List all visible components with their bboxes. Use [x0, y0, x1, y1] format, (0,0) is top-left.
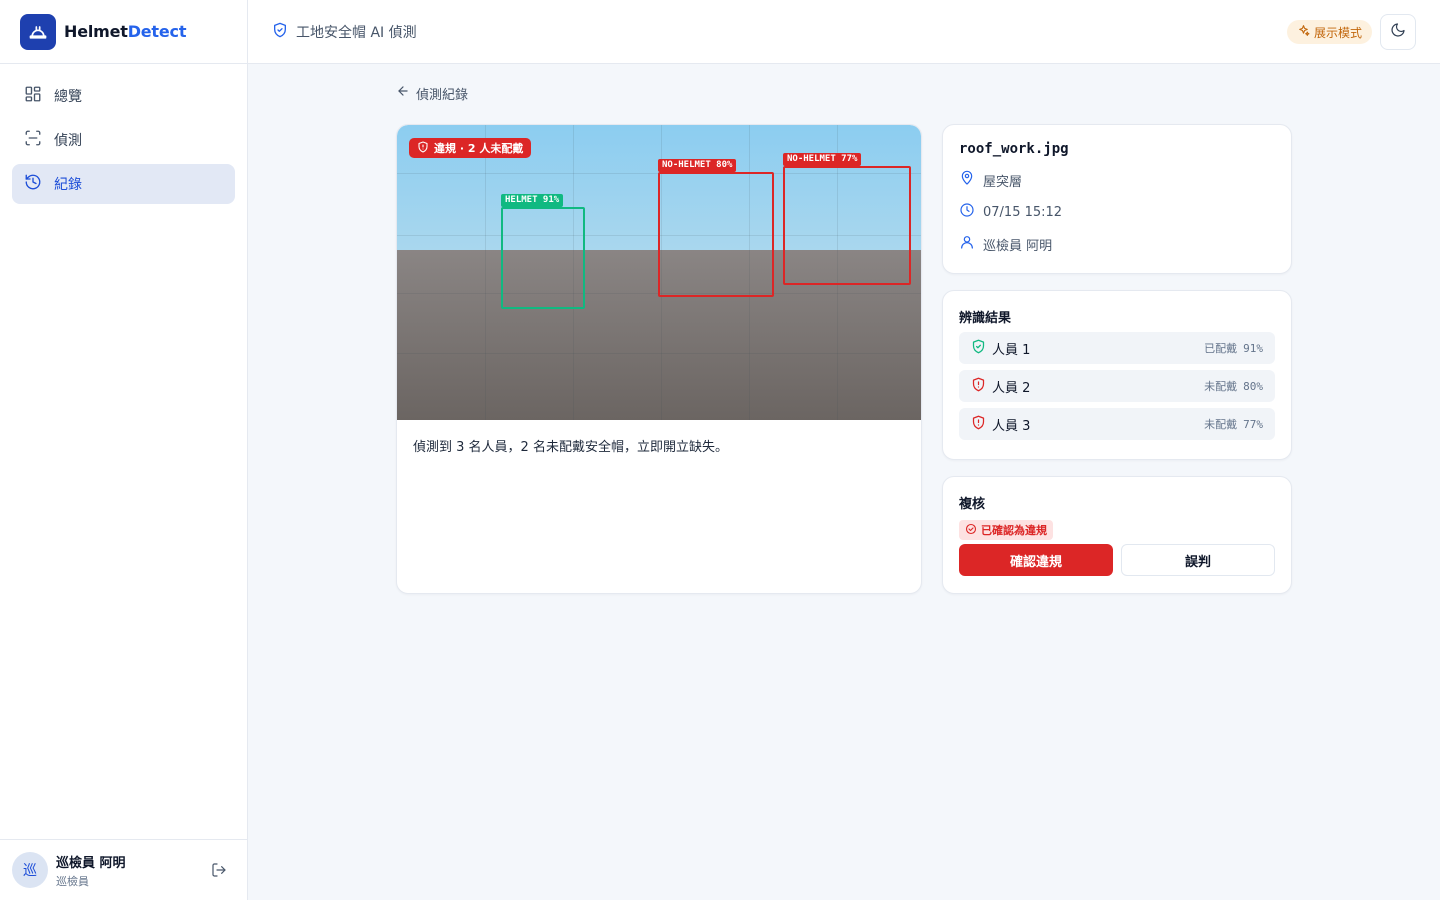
file-info-card: roof_work.jpg 屋突層 07/15 15:12 巡檢員 阿明: [942, 124, 1292, 274]
inspector-row: 巡檢員 阿明: [959, 234, 1275, 254]
shield-check-icon: [971, 339, 986, 358]
time-text: 07/15 15:12: [983, 204, 1063, 220]
result-title: 辨識結果: [959, 311, 1012, 326]
moon-icon: [1390, 22, 1406, 42]
sidebar-item-label: 紀錄: [54, 177, 82, 193]
sidebar-nav: 總覽 偵測 紀錄: [0, 64, 247, 220]
clock-icon: [959, 202, 983, 222]
recognition-result-card: 辨識結果 人員 1 已配戴 91% 人員 2 未配戴 80% 人員 3 未配戴 77%: [942, 290, 1292, 460]
sidebar-item-detect[interactable]: 偵測: [12, 120, 235, 160]
arrow-left-icon: [396, 84, 416, 102]
status-badge: 已確認為違規: [959, 520, 1053, 540]
brand-name: HelmetDetect: [64, 22, 186, 41]
back-link-label: 偵測紀錄: [416, 87, 469, 103]
list-item[interactable]: 人員 2 未配戴 80%: [959, 370, 1275, 402]
list-item[interactable]: 人員 3 未配戴 77%: [959, 408, 1275, 440]
sidebar-item-label: 偵測: [54, 133, 82, 149]
bounding-box-label: NO-HELMET 77%: [783, 153, 862, 166]
history-icon: [24, 173, 54, 195]
brand-name-part1: Helmet: [64, 22, 128, 41]
person-name: 人員 3: [992, 418, 1031, 434]
top-bar: 工地安全帽 AI 偵測 展示模式: [248, 0, 1440, 64]
review-actions: 確認違規 誤判: [959, 544, 1275, 576]
shield-alert-icon: [417, 140, 434, 156]
shield-alert-icon: [971, 377, 986, 396]
brand[interactable]: HelmetDetect: [0, 0, 247, 64]
person-confidence: 80%: [1243, 380, 1263, 393]
shield-check-icon: [272, 22, 288, 42]
person-confidence: 91%: [1243, 342, 1263, 355]
image-grid-line: [397, 353, 921, 354]
user-icon: [959, 234, 983, 254]
theme-toggle-button[interactable]: [1380, 14, 1416, 50]
violation-tag: 違規 · 2 人未配戴: [409, 138, 532, 158]
shield-alert-icon: [971, 415, 986, 434]
helmet-logo-icon: [20, 13, 56, 50]
bounding-box-label: NO-HELMET 80%: [658, 159, 737, 172]
violation-tag-label: 違規 · 2 人未配戴: [434, 142, 524, 155]
location-text: 屋突層: [983, 174, 1023, 190]
bounding-box-no-helmet[interactable]: NO-HELMET 80%: [658, 159, 774, 297]
person-status: 已配戴 91%: [1204, 340, 1263, 356]
bounding-box-no-helmet[interactable]: NO-HELMET 77%: [783, 153, 911, 285]
sidebar-item-history[interactable]: 紀錄: [12, 164, 235, 204]
avatar: 巡: [12, 852, 48, 888]
grid-icon: [24, 85, 54, 107]
demo-badge-label: 展示模式: [1313, 25, 1362, 40]
inspector-text: 巡檢員 阿明: [983, 238, 1053, 254]
brand-name-part2: Detect: [127, 22, 187, 41]
person-status: 未配戴 77%: [1204, 416, 1263, 432]
user-role: 巡檢員: [56, 874, 89, 888]
person-status-text: 未配戴: [1204, 418, 1238, 431]
sidebar: HelmetDetect 總覽 偵測 紀錄 巡 巡檢員 阿明 巡檢員: [0, 0, 248, 900]
user-profile: 巡 巡檢員 阿明 巡檢員: [0, 839, 247, 900]
user-name: 巡檢員 阿明: [56, 855, 126, 871]
detection-image-card: 違規 · 2 人未配戴 HELMET 91% NO-HELMET 80% NO-…: [396, 124, 922, 594]
detection-image[interactable]: 違規 · 2 人未配戴 HELMET 91% NO-HELMET 80% NO-…: [397, 125, 921, 420]
logout-icon[interactable]: [211, 862, 227, 882]
person-name: 人員 1: [992, 342, 1031, 358]
confirm-violation-button[interactable]: 確認違規: [959, 544, 1113, 576]
location-row: 屋突層: [959, 170, 1275, 190]
scan-icon: [24, 129, 54, 151]
demo-mode-badge[interactable]: 展示模式: [1286, 20, 1372, 44]
review-title: 複核: [959, 497, 986, 512]
check-circle-icon: [965, 523, 981, 538]
detection-summary: 偵測到 3 名人員，2 名未配戴安全帽，立即開立缺失。: [413, 440, 728, 455]
false-positive-button[interactable]: 誤判: [1121, 544, 1275, 576]
list-item[interactable]: 人員 1 已配戴 91%: [959, 332, 1275, 364]
person-name: 人員 2: [992, 380, 1031, 396]
map-pin-icon: [959, 170, 983, 190]
person-status: 未配戴 80%: [1204, 378, 1263, 394]
file-name: roof_work.jpg: [959, 141, 1069, 157]
bounding-box-helmet[interactable]: HELMET 91%: [501, 194, 585, 309]
image-grid-line: [485, 125, 486, 420]
sidebar-item-overview[interactable]: 總覽: [12, 76, 235, 116]
person-confidence: 77%: [1243, 418, 1263, 431]
status-badge-label: 已確認為違規: [981, 524, 1047, 537]
back-link[interactable]: 偵測紀錄: [396, 84, 469, 103]
sidebar-item-label: 總覽: [54, 89, 82, 105]
person-status-text: 未配戴: [1204, 380, 1238, 393]
page-title: 工地安全帽 AI 偵測: [296, 24, 417, 41]
review-card: 複核 已確認為違規 確認違規 誤判: [942, 476, 1292, 594]
person-status-text: 已配戴: [1204, 342, 1238, 355]
bounding-box-label: HELMET 91%: [501, 194, 564, 207]
sparkles-icon: [1297, 24, 1314, 40]
time-row: 07/15 15:12: [959, 203, 1275, 221]
